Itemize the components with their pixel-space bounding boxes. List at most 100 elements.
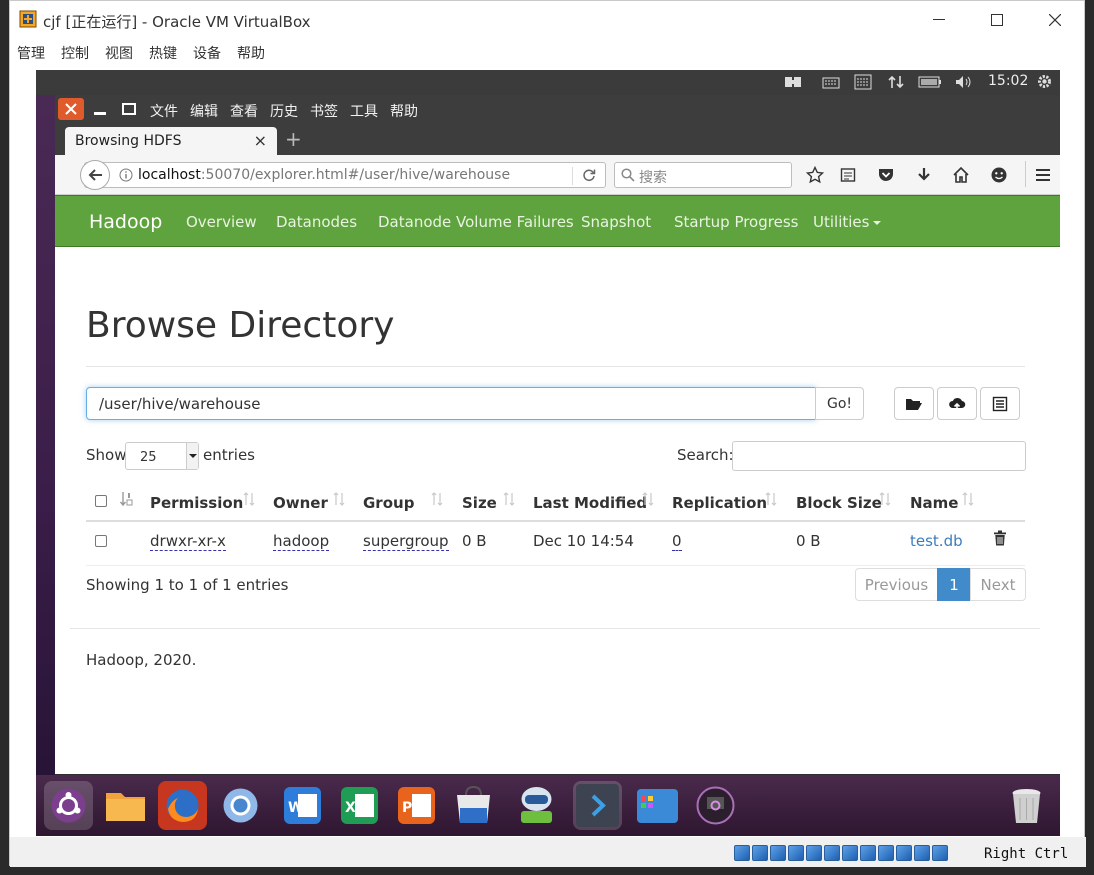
create-directory-button[interactable]: [894, 387, 934, 420]
firefox-close-icon[interactable]: [58, 98, 84, 120]
transfer-arrows-icon[interactable]: [888, 74, 904, 90]
usb-icon[interactable]: [806, 845, 822, 861]
go-button[interactable]: Go!: [815, 387, 864, 420]
ff-menu-tools[interactable]: 工具: [350, 101, 378, 121]
back-button[interactable]: [80, 160, 110, 190]
hamburger-menu-icon[interactable]: [1034, 166, 1052, 184]
ff-menu-edit[interactable]: 编辑: [190, 101, 218, 121]
pager-previous-button[interactable]: Previous: [855, 568, 938, 601]
col-last-modified[interactable]: Last Modified: [533, 494, 647, 512]
url-text[interactable]: localhost:50070/explorer.html#/user/hive…: [138, 167, 510, 183]
input-method-icon[interactable]: [854, 74, 872, 90]
tab-browsing-hdfs[interactable]: Browsing HDFS ×: [65, 127, 277, 155]
terminal-icon[interactable]: [573, 781, 622, 830]
excel-icon[interactable]: X: [335, 781, 384, 830]
firefox-minimize-icon[interactable]: [87, 98, 113, 120]
trash-icon[interactable]: [993, 530, 1007, 546]
chromium-icon[interactable]: [216, 781, 265, 830]
url-bar[interactable]: localhost:50070/explorer.html#/user/hive…: [80, 160, 606, 190]
audio-icon[interactable]: [770, 845, 786, 861]
keyboard-icon[interactable]: [822, 74, 840, 90]
ubuntu-icon[interactable]: [44, 781, 93, 830]
ff-menu-bookmarks[interactable]: 书签: [310, 101, 338, 121]
pager-next-button[interactable]: Next: [970, 568, 1026, 601]
home-icon[interactable]: [952, 166, 970, 184]
pager-page-1-button[interactable]: 1: [937, 568, 971, 601]
ff-menu-file[interactable]: 文件: [150, 101, 178, 121]
sort-icon[interactable]: [962, 491, 974, 507]
host-key-icon[interactable]: [932, 845, 948, 861]
minimize-button[interactable]: [910, 1, 968, 39]
nav-snapshot[interactable]: Snapshot: [581, 213, 651, 231]
firefox-icon[interactable]: [158, 781, 207, 830]
ff-menu-help[interactable]: 帮助: [390, 101, 418, 121]
maximize-button[interactable]: [968, 1, 1026, 39]
cell-permission[interactable]: drwxr-xr-x: [150, 532, 226, 551]
sort-icon[interactable]: [642, 491, 654, 507]
volume-icon[interactable]: [954, 74, 974, 90]
sort-icon[interactable]: [879, 491, 891, 507]
close-window-button[interactable]: [1026, 1, 1084, 39]
cell-replication[interactable]: 0: [672, 532, 682, 551]
hadoop-brand[interactable]: Hadoop: [89, 211, 162, 233]
optical-drive-icon[interactable]: [752, 845, 768, 861]
menu-devices[interactable]: 设备: [193, 43, 221, 63]
settings-gear-icon[interactable]: [1036, 73, 1053, 90]
menu-hotkeys[interactable]: 热键: [149, 43, 177, 63]
emoji-hello-icon[interactable]: [990, 166, 1008, 184]
cell-name-link[interactable]: test.db: [910, 532, 963, 550]
menu-control[interactable]: 控制: [61, 43, 89, 63]
sort-icon[interactable]: [243, 491, 255, 507]
entries-per-page-select[interactable]: 25: [125, 442, 199, 470]
downloads-icon[interactable]: [915, 166, 933, 184]
tab-close-icon[interactable]: ×: [254, 131, 267, 150]
network-icon[interactable]: [784, 74, 802, 90]
reading-list-icon[interactable]: [839, 166, 857, 184]
menu-help[interactable]: 帮助: [237, 43, 265, 63]
sort-icon[interactable]: [333, 491, 345, 507]
directory-input[interactable]: /user/hive/warehouse: [86, 387, 816, 420]
nav-utilities[interactable]: Utilities: [813, 213, 882, 231]
keyboard-capture-icon[interactable]: [914, 845, 930, 861]
col-replication[interactable]: Replication: [672, 494, 767, 512]
search-bar[interactable]: 搜索: [614, 162, 792, 188]
powerpoint-icon[interactable]: P: [392, 781, 441, 830]
col-block-size[interactable]: Block Size: [796, 494, 882, 512]
bookmark-star-icon[interactable]: [806, 166, 824, 184]
video-capture-icon[interactable]: [860, 845, 876, 861]
battery-icon[interactable]: [918, 74, 942, 90]
menu-view[interactable]: 视图: [105, 43, 133, 63]
sort-number-icon[interactable]: [120, 491, 134, 507]
word-icon[interactable]: W: [278, 781, 327, 830]
trash-icon[interactable]: [1002, 781, 1051, 830]
row-checkbox[interactable]: [95, 535, 107, 547]
new-tab-button[interactable]: +: [285, 127, 302, 151]
upload-button[interactable]: [937, 387, 977, 420]
clock[interactable]: 15:02: [988, 73, 1028, 89]
sort-icon[interactable]: [431, 491, 443, 507]
col-name[interactable]: Name: [910, 494, 958, 512]
table-search-input[interactable]: [732, 441, 1026, 471]
mouse-integration-icon[interactable]: [896, 845, 912, 861]
media-icon[interactable]: [691, 781, 740, 830]
firefox-maximize-icon[interactable]: [116, 98, 142, 120]
ff-menu-view[interactable]: 查看: [230, 101, 258, 121]
col-group[interactable]: Group: [363, 494, 414, 512]
site-info-icon[interactable]: [119, 168, 133, 182]
robot-icon[interactable]: [512, 781, 561, 830]
network-adapter-icon[interactable]: [788, 845, 804, 861]
nav-startup-progress[interactable]: Startup Progress: [674, 213, 798, 231]
menu-manage[interactable]: 管理: [17, 43, 45, 63]
ff-menu-history[interactable]: 历史: [270, 101, 298, 121]
hard-disk-icon[interactable]: [734, 845, 750, 861]
select-all-checkbox[interactable]: [95, 495, 107, 507]
col-permission[interactable]: Permission: [150, 494, 243, 512]
display-icon[interactable]: [842, 845, 858, 861]
nav-datanode-volume-failures[interactable]: Datanode Volume Failures: [378, 213, 574, 231]
cpu-icon[interactable]: [878, 845, 894, 861]
col-size[interactable]: Size: [462, 494, 497, 512]
software-center-icon[interactable]: [449, 781, 498, 830]
pocket-icon[interactable]: [877, 166, 895, 184]
sort-icon[interactable]: [503, 491, 515, 507]
shared-folders-icon[interactable]: [824, 845, 840, 861]
